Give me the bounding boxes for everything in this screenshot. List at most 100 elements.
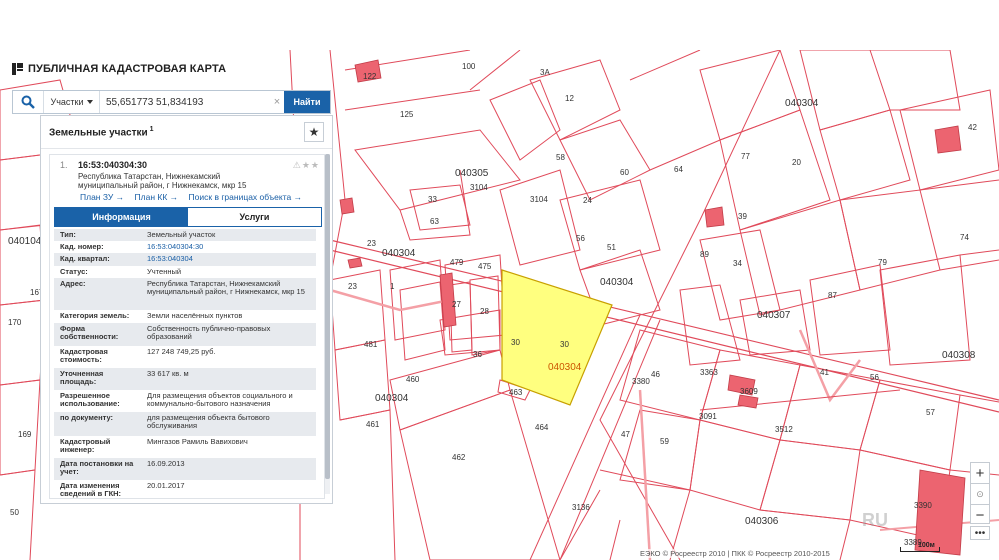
- plot-number: 12: [565, 94, 574, 103]
- property-value: Собственность публично-правовых образова…: [147, 324, 271, 341]
- cadastral-number-link[interactable]: 16:53:040304:30: [147, 243, 315, 251]
- plot-number: 20: [792, 158, 801, 167]
- item-action-icons[interactable]: ⚠★★: [293, 160, 320, 171]
- panel-title: Земельные участки 1: [49, 125, 154, 139]
- parcel-cadastral-id[interactable]: 16:53:040304:30: [78, 160, 147, 170]
- building: [704, 206, 725, 228]
- plot-number: 56: [576, 234, 585, 243]
- property-row: Разрешенное использование: Для размещения…: [54, 390, 316, 412]
- plot-number: 60: [620, 168, 629, 177]
- plot-number: 42: [968, 123, 977, 132]
- plot-number: 24: [583, 196, 592, 205]
- plot-number: 46: [651, 370, 660, 379]
- plot-number: 56: [870, 373, 879, 382]
- plot-number: 57: [926, 408, 935, 417]
- property-row: Кад. номер: 16:53:040304:30: [54, 241, 316, 253]
- property-key: Кад. квартал:: [60, 254, 110, 263]
- plot-number: 3380: [632, 377, 650, 386]
- search-icon[interactable]: [13, 91, 44, 113]
- plot-number: 74: [960, 233, 969, 242]
- app-brand[interactable]: ПУБЛИЧНАЯ КАДАСТРОВАЯ КАРТА: [12, 62, 226, 76]
- property-value: 33 617 кв. м: [147, 369, 189, 378]
- plot-number: 23: [348, 282, 357, 291]
- plot-number: 41: [820, 368, 829, 377]
- property-row: Форма собственности: Собственность публич…: [54, 323, 316, 346]
- property-key: Статус:: [60, 267, 88, 276]
- plot-number: 460: [406, 375, 420, 384]
- property-value: для размещения объекта бытового обслужив…: [147, 413, 270, 430]
- plot-number: 87: [828, 291, 837, 300]
- property-value: 20.01.2017: [147, 481, 185, 490]
- plot-number: 33: [428, 195, 437, 204]
- property-key: Уточненная площадь:: [60, 369, 104, 386]
- plot-number: 34: [733, 259, 742, 268]
- zoom-control: + ⊙ −: [970, 462, 990, 524]
- plot-number: 463: [509, 388, 523, 397]
- more-options-button[interactable]: •••: [970, 526, 990, 540]
- search-within-object-link[interactable]: Поиск в границах объекта →: [189, 192, 303, 202]
- plot-number: 464: [535, 423, 549, 432]
- plot-number: 58: [556, 153, 565, 162]
- plot-number: 50: [10, 508, 19, 517]
- result-count: 1: [149, 125, 154, 133]
- copyright-text: ЕЭКО © Росреестр 2010 | ПКК © Росреестр …: [640, 549, 830, 558]
- property-key: Тип:: [60, 230, 76, 239]
- property-row: Адрес: Республика Татарстан, Нижнекамский…: [54, 278, 316, 310]
- property-key: по документу:: [60, 413, 114, 422]
- plot-number: 462: [452, 453, 466, 462]
- panel-scrollbar[interactable]: [325, 154, 330, 494]
- results-panel: Земельные участки 1 ★ 1. 16:53:040304:30 …: [40, 115, 333, 504]
- plot-number: 47: [621, 430, 630, 439]
- clear-search-button[interactable]: ×: [270, 91, 284, 113]
- favorite-star-button[interactable]: ★: [304, 122, 324, 142]
- item-number: 1.: [60, 160, 68, 170]
- plot-number: 1: [390, 282, 395, 291]
- plot-number: 51: [607, 243, 616, 252]
- plot-number: 100: [462, 62, 476, 71]
- quarter-label: 040306: [745, 516, 779, 527]
- plot-number: 3363: [700, 368, 718, 377]
- search-input[interactable]: [100, 91, 270, 113]
- plot-number: 3091: [699, 412, 717, 421]
- zoom-out-button[interactable]: −: [971, 505, 989, 525]
- tab-information[interactable]: Информация: [55, 208, 188, 226]
- quarter-label: 040308: [942, 350, 976, 361]
- parcel-card: 1. 16:53:040304:30 ⚠★★ Республика Татарс…: [49, 154, 325, 499]
- property-key: Кадастровая стоимость:: [60, 347, 108, 364]
- property-value: Земли населённых пунктов: [147, 311, 243, 320]
- plot-number: 79: [878, 258, 887, 267]
- search-type-select[interactable]: Участки: [44, 91, 100, 113]
- property-value: Учтенный: [147, 267, 182, 276]
- property-key: Дата изменения сведений в ГКН:: [60, 481, 122, 498]
- panel-header: Земельные участки 1 ★: [41, 116, 332, 149]
- plot-number: 59: [660, 437, 669, 446]
- scale-label: 100м: [918, 542, 935, 549]
- property-key: Дата постановки на учет:: [60, 459, 134, 476]
- parcel-address: Республика Татарстан, Нижнекамский муниц…: [78, 172, 247, 190]
- building: [347, 257, 363, 269]
- quarter-label: 040104: [8, 236, 42, 247]
- plot-number: 28: [480, 307, 489, 316]
- scrollbar-thumb[interactable]: [325, 154, 330, 479]
- plot-number: 77: [741, 152, 750, 161]
- tab-services[interactable]: Услуги: [188, 208, 321, 226]
- plan-zu-link[interactable]: План ЗУ →: [80, 192, 124, 202]
- property-value: Земельный участок: [147, 230, 216, 239]
- property-value: Мингазов Рамиль Вавихович: [147, 437, 248, 446]
- zoom-in-button[interactable]: +: [971, 463, 989, 483]
- quarter-label: 040304: [785, 98, 819, 109]
- parcel-links: План ЗУ → План КК → Поиск в границах объ…: [80, 192, 310, 202]
- quarter-label: 040304: [375, 393, 409, 404]
- property-row: Кадастровая стоимость: 127 248 749,25 руб…: [54, 346, 316, 368]
- plot-number: 3104: [470, 183, 488, 192]
- cadastral-quarter-link[interactable]: 16:53:040304: [147, 255, 315, 263]
- plot-number: 3609: [740, 387, 758, 396]
- plan-kk-link[interactable]: План КК →: [135, 192, 179, 202]
- quarter-label: 040304: [382, 248, 416, 259]
- plot-number: 169: [18, 430, 32, 439]
- plot-number: 30: [560, 340, 569, 349]
- zoom-level-indicator[interactable]: ⊙: [971, 483, 989, 505]
- search-type-label: Участки: [50, 97, 84, 107]
- property-key: Кад. номер:: [60, 242, 104, 251]
- find-button[interactable]: Найти: [284, 91, 330, 113]
